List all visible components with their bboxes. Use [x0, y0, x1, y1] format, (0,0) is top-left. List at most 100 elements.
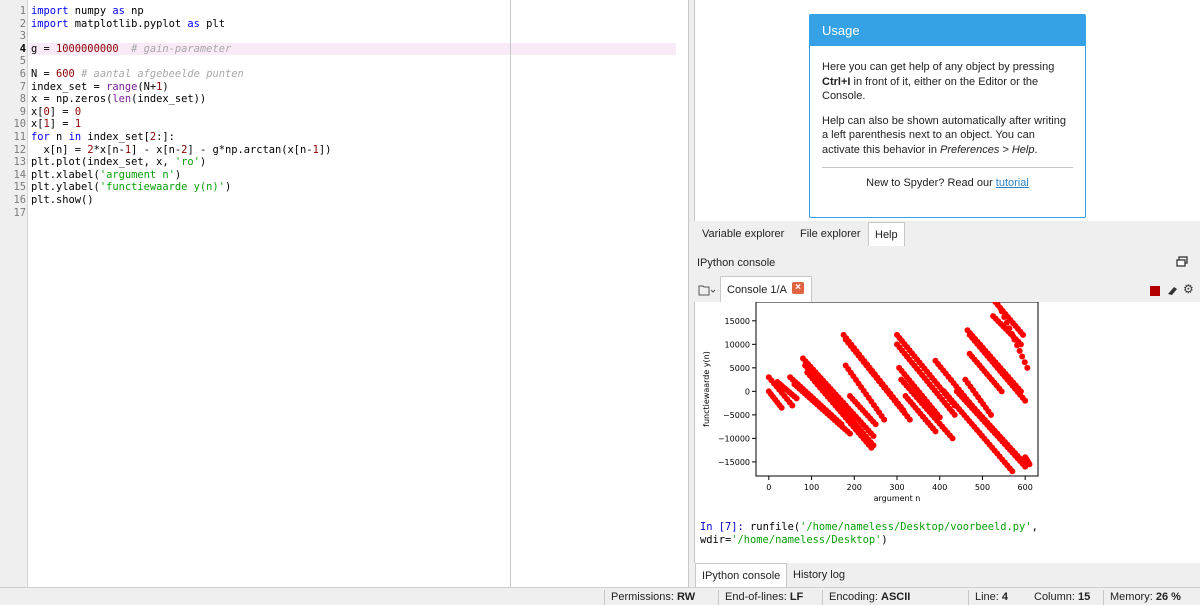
console-output[interactable]: 0 100 200 300 400 500 600 15000 10000 5000 0 −5000 −… [694, 302, 1200, 563]
usage-title: Usage [810, 15, 1085, 46]
code-text: x = np.zeros(len(index_set)) [31, 93, 207, 106]
x-tick-label: 0 [766, 483, 771, 492]
line-number: 13 [13, 156, 26, 169]
data-point [847, 430, 853, 437]
usage-text: . [1034, 143, 1038, 156]
line-number: 12 [13, 143, 26, 156]
status-value: 15 [1078, 591, 1091, 603]
status-label: Encoding: [829, 591, 878, 603]
usage-footer: New to Spyder? Read our tutorial [810, 177, 1085, 189]
status-encoding: Encoding: ASCII [822, 590, 916, 605]
line-number: 3 [19, 30, 26, 43]
code-text: for n in index_set[2:]: [31, 131, 175, 143]
y-tick-label: −10000 [718, 434, 750, 443]
folder-icon[interactable] [698, 284, 716, 296]
command-string: '/home/nameless/Desktop' [731, 533, 882, 546]
footer-text: New to Spyder? Read our [866, 177, 996, 189]
undock-icon[interactable] [1176, 256, 1189, 268]
data-point [872, 421, 879, 428]
x-tick-label: 600 [1018, 483, 1033, 492]
stop-icon[interactable] [1150, 286, 1160, 296]
status-value: 26 % [1155, 591, 1181, 603]
tab-help[interactable]: Help [868, 222, 905, 246]
y-tick-label: −5000 [723, 411, 750, 420]
line-number: 17 [13, 206, 26, 219]
line-number: 14 [13, 168, 26, 181]
preferences-path: Preferences > Help [940, 143, 1035, 156]
command-string: '/home/nameless/Desktop/voorbeeld.py' [800, 521, 1032, 533]
x-tick-label: 300 [889, 483, 904, 492]
data-point [1009, 468, 1016, 475]
status-label: Permissions: [611, 591, 674, 603]
code-text: import numpy as np [31, 5, 144, 17]
gear-icon[interactable]: ⚙ [1183, 282, 1194, 296]
data-point [906, 416, 913, 423]
status-value: RW [677, 591, 696, 603]
tab-variable-explorer[interactable]: Variable explorer [696, 222, 790, 246]
line-number: 10 [13, 118, 26, 131]
line-number: 4 [19, 42, 26, 55]
data-point [793, 395, 800, 402]
bottom-tab-bar: IPython console History log [694, 563, 1200, 587]
y-tick-label: 15000 [725, 317, 750, 326]
status-permissions: Permissions: RW [604, 590, 701, 605]
x-tick-label: 200 [847, 483, 862, 492]
usage-paragraph-1: Here you can get help of any object by p… [810, 60, 1085, 104]
code-text: x[1] = 1 [31, 118, 82, 131]
y-tick-label: 10000 [725, 340, 750, 349]
data-point [932, 428, 939, 435]
usage-text: in front of it, either on the Editor or … [822, 75, 1039, 103]
line-number: 11 [13, 131, 26, 143]
data-point [1016, 347, 1023, 354]
status-value: ASCII [881, 591, 911, 603]
status-eol: End-of-lines: LF [718, 590, 809, 605]
data-point [1001, 314, 1008, 321]
code-text: plt.plot(index_set, x, 'ro') [31, 156, 207, 169]
data-point [949, 435, 956, 442]
console-pane-header: IPython console [694, 251, 1200, 273]
line-number: 7 [19, 80, 26, 93]
line-number: 8 [19, 93, 26, 106]
status-bar: Permissions: RW End-of-lines: LF Encodin… [0, 587, 1200, 605]
command-text: ) [881, 533, 888, 546]
data-point [1022, 397, 1029, 404]
status-label: End-of-lines: [725, 591, 787, 603]
x-axis-label: argument n [874, 494, 921, 503]
data-point [951, 411, 958, 418]
data-point [1024, 364, 1031, 371]
y-tick-label: 0 [745, 387, 750, 396]
console-tab-bar: Console 1/A × ⚙ [694, 276, 1200, 302]
y-axis-label: functiewaarde y(n) [702, 351, 711, 427]
x-tick-label: 500 [975, 483, 990, 492]
status-memory: Memory: 26 % [1103, 590, 1187, 605]
data-point [881, 416, 888, 423]
line-number: 15 [13, 181, 26, 194]
code-editor[interactable]: 1 import numpy as np 2 import matplotlib.py… [0, 0, 689, 587]
code-text: index_set = range(N+1) [31, 80, 169, 93]
status-value: LF [789, 591, 804, 603]
tab-console-1a[interactable]: Console 1/A × [720, 276, 812, 302]
code-text: x[n] = 2*x[n-1] - x[n-2] - g*np.arctan(x… [31, 143, 332, 156]
status-value: 4 [1001, 591, 1009, 603]
code-text: x[0] = 0 [31, 105, 82, 118]
usage-text: Here you can get help of any object by p… [822, 61, 1055, 73]
tab-file-explorer[interactable]: File explorer [794, 222, 867, 246]
inline-plot: 0 100 200 300 400 500 600 15000 10000 5000 0 −5000 −… [702, 302, 1039, 503]
line-number: 2 [19, 17, 26, 30]
status-label: Line: [975, 591, 999, 603]
eraser-icon[interactable] [1167, 285, 1179, 296]
data-point [778, 404, 785, 411]
close-tab-icon[interactable]: × [792, 282, 804, 294]
tab-ipython-console[interactable]: IPython console [695, 563, 788, 587]
data-point [1021, 359, 1028, 366]
console-tab-label: Console 1/A [727, 284, 787, 296]
code-text: N = 600 # aantal afgebeelde punten [31, 68, 244, 80]
tutorial-link[interactable]: tutorial [996, 177, 1029, 189]
data-point [1019, 353, 1026, 360]
tab-history-log[interactable]: History log [787, 563, 851, 587]
command-text: runfile( [743, 521, 801, 533]
console-pane-title: IPython console [697, 257, 776, 269]
x-tick-label: 400 [932, 483, 947, 492]
data-point [1026, 461, 1033, 468]
divider [822, 167, 1073, 168]
